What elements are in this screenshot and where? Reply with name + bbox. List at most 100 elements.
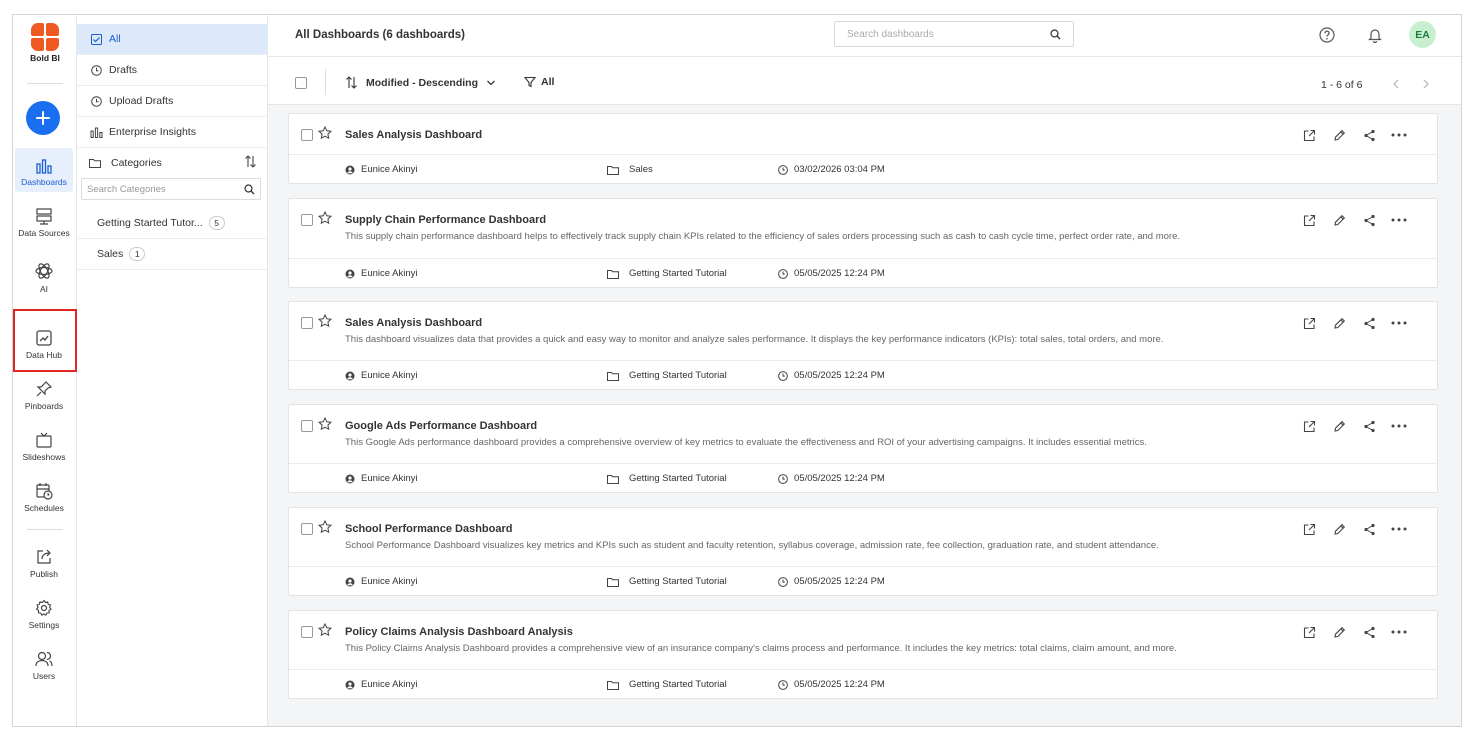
share-button[interactable]: [1361, 212, 1377, 228]
dashboard-title[interactable]: Google Ads Performance Dashboard: [345, 420, 537, 432]
more-options-button[interactable]: [1391, 212, 1407, 228]
clock-icon: [90, 64, 102, 76]
category-item[interactable]: Getting Started Tutor... 5: [77, 208, 267, 239]
pagination-label: 1 - 6 of 6: [1321, 79, 1363, 91]
nav-settings[interactable]: Settings: [15, 595, 73, 630]
share-button[interactable]: [1361, 418, 1377, 434]
more-options-button[interactable]: [1391, 315, 1407, 331]
share-button[interactable]: [1361, 521, 1377, 537]
nav-data-sources[interactable]: Data Sources: [15, 203, 73, 238]
favorite-button[interactable]: [317, 210, 333, 228]
category-search-input[interactable]: Search Categories: [81, 178, 261, 200]
more-options-button[interactable]: [1391, 521, 1407, 537]
favorite-button[interactable]: [317, 416, 333, 434]
dashboard-description: This Policy Claims Analysis Dashboard pr…: [345, 643, 1177, 654]
nav-schedules[interactable]: Schedules: [15, 478, 73, 513]
more-horizontal-icon: [1391, 218, 1407, 222]
dashboard-checkbox[interactable]: [301, 523, 313, 535]
filter-sidebar: All Drafts Upload Drafts Enterprise Insi…: [77, 15, 268, 726]
help-button[interactable]: [1318, 26, 1336, 44]
list-toolbar: Modified - Descending All 1 - 6 of 6: [268, 57, 1461, 105]
create-button[interactable]: [26, 101, 60, 135]
external-link-icon: [1303, 129, 1315, 141]
dashboard-title[interactable]: Sales Analysis Dashboard: [345, 317, 482, 329]
category-count-badge: 5: [208, 216, 225, 230]
tv-icon: [36, 432, 52, 448]
open-new-tab-button[interactable]: [1301, 418, 1317, 434]
next-page-button[interactable]: [1422, 77, 1430, 92]
sort-categories-button[interactable]: [244, 155, 257, 171]
logo-text: Bold BI: [30, 53, 60, 63]
app-logo[interactable]: Bold BI: [25, 23, 65, 63]
dashboard-checkbox[interactable]: [301, 214, 313, 226]
open-new-tab-button[interactable]: [1301, 624, 1317, 640]
dashboard-card[interactable]: Sales Analysis Dashboard Eunice Akinyi S…: [288, 113, 1438, 184]
nav-publish[interactable]: Publish: [15, 544, 73, 579]
nav-ai[interactable]: AI: [15, 259, 73, 294]
sort-dropdown[interactable]: Modified - Descending: [345, 76, 496, 89]
dashboard-card[interactable]: Supply Chain Performance Dashboard This …: [288, 198, 1438, 288]
dashboard-search-input[interactable]: Search dashboards: [834, 21, 1074, 47]
dashboard-card[interactable]: Google Ads Performance Dashboard This Go…: [288, 404, 1438, 493]
dashboard-checkbox[interactable]: [301, 626, 313, 638]
favorite-button[interactable]: [317, 622, 333, 640]
dashboard-checkbox[interactable]: [301, 129, 313, 141]
sidebar-item-upload-drafts[interactable]: Upload Drafts: [77, 86, 267, 117]
user-circle-icon: [345, 474, 355, 483]
edit-button[interactable]: [1331, 127, 1347, 143]
more-options-button[interactable]: [1391, 624, 1407, 640]
chevron-left-icon: [1393, 79, 1399, 89]
nav-dashboards[interactable]: Dashboards: [15, 148, 73, 192]
dashboard-card[interactable]: School Performance Dashboard School Perf…: [288, 507, 1438, 596]
favorite-button[interactable]: [317, 313, 333, 331]
prev-page-button[interactable]: [1392, 77, 1400, 92]
open-new-tab-button[interactable]: [1301, 521, 1317, 537]
dashboard-card[interactable]: Policy Claims Analysis Dashboard Analysi…: [288, 610, 1438, 699]
sort-arrows-icon: [346, 76, 357, 89]
edit-button[interactable]: [1331, 624, 1347, 640]
nav-users[interactable]: Users: [15, 646, 73, 681]
sidebar-item-all[interactable]: All: [77, 24, 267, 55]
dashboard-title[interactable]: Sales Analysis Dashboard: [345, 129, 482, 141]
folder-icon: [607, 680, 619, 690]
edit-button[interactable]: [1331, 521, 1347, 537]
edit-button[interactable]: [1331, 315, 1347, 331]
favorite-button[interactable]: [317, 519, 333, 537]
select-all-checkbox[interactable]: [295, 77, 307, 89]
share-button[interactable]: [1361, 624, 1377, 640]
top-bar: All Dashboards (6 dashboards) Search das…: [268, 15, 1461, 57]
share-icon: [1363, 129, 1375, 141]
category: Getting Started Tutorial: [607, 473, 727, 484]
notifications-button[interactable]: [1366, 26, 1384, 44]
user-avatar[interactable]: EA: [1409, 21, 1436, 48]
filter-dropdown[interactable]: All: [524, 76, 554, 88]
category-item[interactable]: Sales 1: [77, 239, 267, 270]
server-icon: [36, 208, 52, 225]
share-icon: [1363, 523, 1375, 535]
dashboard-card[interactable]: Sales Analysis Dashboard This dashboard …: [288, 301, 1438, 390]
open-new-tab-button[interactable]: [1301, 212, 1317, 228]
dashboard-title[interactable]: Supply Chain Performance Dashboard: [345, 214, 546, 226]
dashboard-checkbox[interactable]: [301, 317, 313, 329]
open-new-tab-button[interactable]: [1301, 127, 1317, 143]
edit-button[interactable]: [1331, 418, 1347, 434]
star-icon: [317, 416, 333, 431]
bold-bi-logo-icon: [31, 23, 59, 51]
pin-icon: [36, 381, 53, 397]
sidebar-item-drafts[interactable]: Drafts: [77, 55, 267, 86]
dashboard-title[interactable]: Policy Claims Analysis Dashboard Analysi…: [345, 626, 573, 638]
dashboard-checkbox[interactable]: [301, 420, 313, 432]
share-button[interactable]: [1361, 315, 1377, 331]
open-new-tab-button[interactable]: [1301, 315, 1317, 331]
edit-button[interactable]: [1331, 212, 1347, 228]
nav-pinboards[interactable]: Pinboards: [15, 376, 73, 411]
dashboard-title[interactable]: School Performance Dashboard: [345, 523, 513, 535]
atom-icon: [35, 263, 53, 279]
share-button[interactable]: [1361, 127, 1377, 143]
more-options-button[interactable]: [1391, 127, 1407, 143]
sidebar-item-enterprise-insights[interactable]: Enterprise Insights: [77, 117, 267, 148]
favorite-button[interactable]: [317, 125, 333, 143]
more-options-button[interactable]: [1391, 418, 1407, 434]
nav-slideshows[interactable]: Slideshows: [15, 427, 73, 462]
user-circle-icon: [345, 371, 355, 380]
